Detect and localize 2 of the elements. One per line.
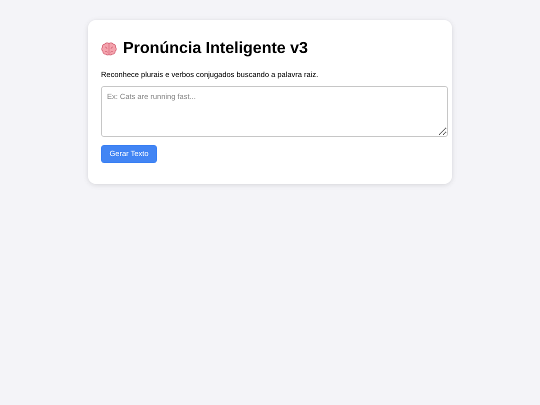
page-title: Pronúncia Inteligente v3: [123, 41, 308, 57]
brain-icon: [101, 42, 117, 56]
